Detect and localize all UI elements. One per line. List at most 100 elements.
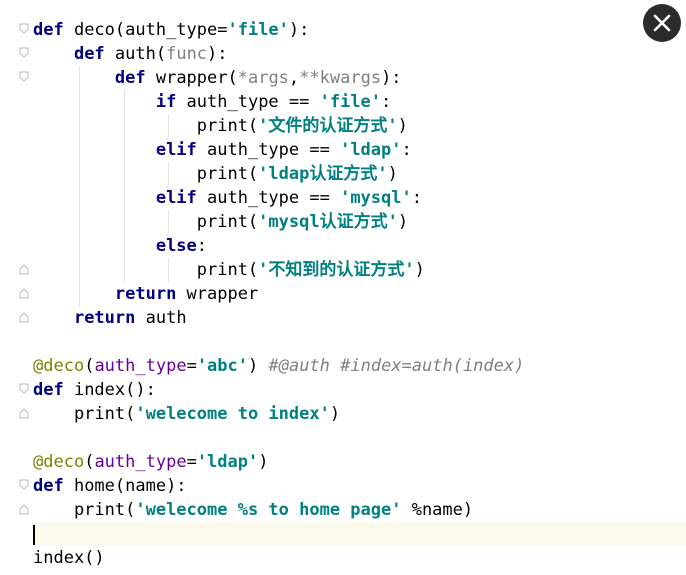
code-line[interactable]: else: — [33, 234, 207, 258]
code-line[interactable]: print('welecome %s to home page' %name) — [33, 498, 473, 522]
code-token: ) — [414, 260, 425, 280]
code-token: elif — [155, 188, 197, 208]
code-token: print( — [33, 116, 259, 136]
code-token: : — [196, 236, 208, 256]
code-line[interactable]: def deco(auth_type='file'): — [33, 18, 309, 42]
code-line[interactable]: print('ldap认证方式') — [33, 162, 398, 186]
code-token: else — [155, 236, 197, 256]
code-line[interactable]: print('mysql认证方式') — [33, 210, 408, 234]
code-line[interactable]: elif auth_type == 'mysql': — [33, 186, 422, 210]
indent-guide — [168, 162, 169, 186]
code-token: 'welecome to index' — [135, 404, 330, 424]
indent-guide — [168, 210, 169, 234]
code-line[interactable]: @deco(auth_type='abc') #@auth #index=aut… — [33, 354, 524, 378]
code-token: ) — [387, 164, 398, 184]
code-line[interactable]: @deco(auth_type='ldap') — [33, 450, 268, 474]
indent-guide — [79, 66, 80, 306]
code-token: '不知到的认证方式' — [258, 260, 415, 280]
code-token: if — [155, 92, 177, 112]
code-line[interactable]: def auth(func): — [33, 42, 228, 66]
code-line[interactable]: print('welecome to index') — [33, 402, 340, 426]
code-token: return — [73, 308, 136, 328]
code-token: index(): — [63, 380, 156, 400]
code-area[interactable]: def deco(auth_type='file'): def auth(fun… — [0, 0, 686, 575]
code-token: auth — [135, 308, 187, 328]
code-token: : — [411, 188, 422, 208]
code-token: 'ldap认证方式' — [258, 164, 388, 184]
close-button[interactable] — [643, 4, 681, 42]
code-token: 'mysql' — [340, 188, 412, 208]
code-line[interactable]: def home(name): — [33, 474, 187, 498]
code-line[interactable]: if auth_type == 'file': — [33, 90, 391, 114]
code-token: ) — [397, 212, 409, 232]
code-line[interactable]: return wrapper — [33, 282, 258, 306]
code-line[interactable]: index() — [33, 546, 105, 570]
code-token: index() — [33, 548, 105, 568]
code-token: deco(auth_type= — [63, 20, 228, 40]
code-token: print( — [33, 212, 259, 232]
code-token: print( — [33, 164, 259, 184]
code-token: 'abc' — [196, 356, 248, 376]
code-token: home(name): — [63, 476, 187, 496]
code-token: = — [186, 452, 197, 472]
code-token: : — [401, 140, 412, 160]
code-token: 'file' — [227, 20, 289, 40]
code-token: ) — [258, 452, 269, 472]
code-token: ) — [329, 404, 341, 424]
code-token: wrapper — [176, 284, 259, 304]
code-token: 'mysql认证方式' — [258, 212, 398, 232]
code-line[interactable]: elif auth_type == 'ldap': — [33, 138, 412, 162]
code-token: : — [381, 92, 392, 112]
code-token: *args — [237, 68, 289, 88]
code-token: , — [288, 68, 300, 88]
code-token: print( — [33, 404, 136, 424]
code-token: @deco — [33, 452, 85, 472]
code-token: def — [33, 20, 64, 40]
code-token: auth_type — [94, 452, 187, 472]
code-token: %name) — [401, 500, 474, 520]
code-token: ( — [84, 452, 95, 472]
code-token: #@auth #index=auth(index) — [268, 356, 525, 376]
code-token: def — [33, 380, 64, 400]
code-line[interactable]: def index(): — [33, 378, 156, 402]
code-token: 'ldap' — [196, 452, 259, 472]
code-token: ): — [381, 68, 402, 88]
code-token: auth_type == — [176, 92, 320, 112]
code-token: wrapper( — [145, 68, 238, 88]
code-token: ): — [288, 20, 310, 40]
indent-guide — [168, 258, 169, 282]
code-token: **kwargs — [299, 68, 382, 88]
code-token: ( — [84, 356, 95, 376]
code-token: ) — [248, 356, 269, 376]
code-line[interactable]: return auth — [33, 306, 187, 330]
code-token: 'file' — [319, 92, 382, 112]
code-token: func — [166, 44, 208, 64]
code-line[interactable]: print('不知到的认证方式') — [33, 258, 425, 282]
code-token: auth_type == — [196, 140, 341, 160]
code-token: ): — [207, 44, 228, 64]
code-token: auth( — [104, 44, 167, 64]
code-editor[interactable]: def deco(auth_type='file'): def auth(fun… — [0, 0, 686, 575]
code-token: = — [186, 356, 197, 376]
text-caret — [33, 525, 35, 545]
code-token: print( — [33, 500, 136, 520]
code-token: @deco — [33, 356, 85, 376]
indent-guide — [124, 90, 125, 282]
code-token: '文件的认证方式' — [258, 116, 398, 136]
close-icon — [653, 14, 671, 32]
code-token: auth_type == — [196, 188, 341, 208]
code-line[interactable]: def wrapper(*args,**kwargs): — [33, 66, 402, 90]
code-line[interactable]: print('文件的认证方式') — [33, 114, 408, 138]
code-token: 'welecome %s to home page' — [135, 500, 402, 520]
code-token: def — [114, 68, 146, 88]
code-token: print( — [33, 260, 259, 280]
code-token: def — [33, 476, 64, 496]
code-token: auth_type — [94, 356, 187, 376]
